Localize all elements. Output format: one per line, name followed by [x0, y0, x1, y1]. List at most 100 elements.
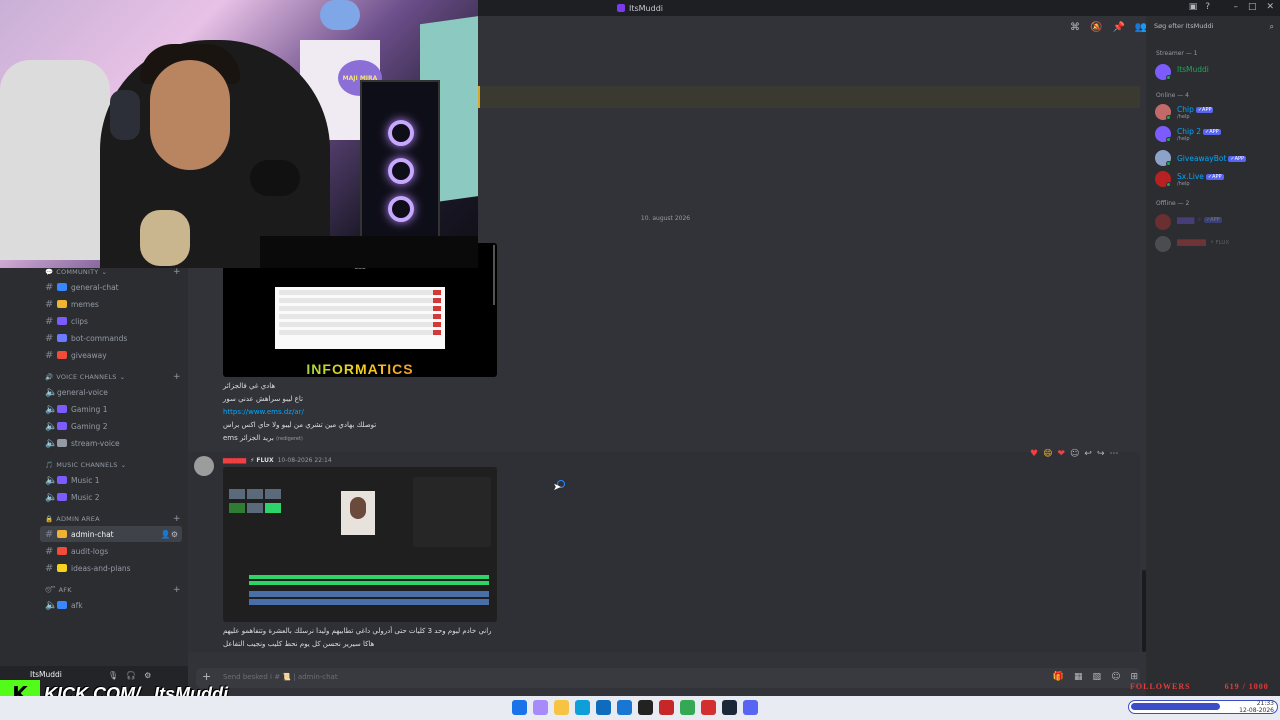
add-reaction-icon[interactable]: ☺ [1070, 449, 1079, 459]
emoji-icon[interactable]: ☺ [1111, 672, 1120, 682]
close-button[interactable]: ✕ [1266, 2, 1274, 12]
member-name-text: Chip [1177, 105, 1194, 114]
more-options-icon[interactable]: ⋯ [1110, 449, 1119, 459]
settings-gear-icon[interactable]: ⚙ [144, 671, 151, 680]
channel-settings-icons[interactable]: 👤⚙ [161, 530, 178, 539]
chat-emoji-icon [57, 283, 67, 291]
member-name: ▆▆▆▆▆ ⚡ FLUX [1177, 237, 1230, 246]
copilot-icon[interactable] [533, 700, 548, 715]
member-item[interactable]: GiveawayBot ✓APP [1155, 150, 1275, 168]
hash-icon: # [45, 545, 54, 557]
start-icon[interactable] [512, 700, 527, 715]
channel-gaming-2[interactable]: 🔈 Gaming 2 [40, 418, 182, 434]
gif-icon[interactable]: ▦ [1074, 672, 1083, 682]
apps-icon[interactable]: ⊞ [1130, 672, 1138, 682]
member-search[interactable]: Søg efter ItsMuddi ⌕ [1154, 22, 1274, 34]
mute-bell-icon[interactable]: 🔕 [1090, 22, 1102, 33]
category-label: AFK [58, 586, 72, 594]
channel-general-voice[interactable]: 🔈 general-voice [40, 384, 182, 400]
channel-afk[interactable]: 🔈 afk [40, 597, 182, 613]
minimize-button[interactable]: – [1233, 2, 1238, 12]
search-icon[interactable]: ⌕ [1270, 22, 1274, 32]
streamer-face [150, 60, 230, 170]
message-text-line: هادي غي فالجزائر [223, 382, 276, 390]
channel-label: ideas-and-plans [71, 563, 131, 573]
maximize-button[interactable]: □ [1248, 2, 1257, 12]
app-badge: ✓APP [1203, 217, 1222, 223]
channel-ideas-and-plans[interactable]: # ideas-and-plans [40, 560, 182, 576]
discord-icon[interactable] [743, 700, 758, 715]
channel-audit-logs[interactable]: # audit-logs [40, 543, 182, 559]
inbox-icon[interactable]: ▣ [1189, 2, 1198, 12]
music-note-icon: 🎵 [45, 461, 54, 469]
online-status-icon [1166, 75, 1171, 80]
reply-icon[interactable]: ↩ [1084, 449, 1092, 459]
member-name-text: GiveawayBot [1177, 154, 1227, 163]
add-channel-button[interactable]: + [173, 267, 181, 277]
heart-reaction-icon[interactable]: ♥ [1030, 449, 1038, 459]
composer-icons: 🎁 ▦ ▧ ☺ ⊞ [1053, 672, 1138, 682]
message-text-line: توصلك بهادي مين تشري من ليبو ولا حاي اكس… [223, 421, 377, 429]
channel-label: stream-voice [71, 438, 120, 448]
category-music-channels[interactable]: 🎵 MUSIC CHANNELS ⌄ [45, 461, 126, 469]
mail-icon[interactable] [617, 700, 632, 715]
member-item[interactable]: Chip 2 ✓APP /help [1155, 126, 1275, 144]
capcut-icon[interactable] [638, 700, 653, 715]
taskbar-apps [512, 700, 758, 715]
pin-icon[interactable]: 📌 [1112, 22, 1124, 33]
channel-general-chat[interactable]: # general-chat [40, 279, 182, 295]
category-afk[interactable]: 😴 AFK + [45, 585, 181, 595]
channel-label: afk [71, 600, 83, 610]
message-author[interactable]: ▆▆▆▆▆ [223, 457, 246, 464]
add-channel-button[interactable]: + [173, 585, 181, 595]
avatar[interactable] [194, 456, 214, 476]
speaker-icon: 🔈 [45, 491, 58, 503]
forward-icon[interactable]: ↪ [1097, 449, 1105, 459]
member-item[interactable]: Sx.Live ✓APP /help [1155, 171, 1275, 189]
threads-icon[interactable]: ⌘ [1070, 22, 1080, 33]
store-icon[interactable] [596, 700, 611, 715]
channel-gaming-1[interactable]: 🔈 Gaming 1 [40, 401, 182, 417]
member-item[interactable]: ▆▆▆ ⚡ ✓APP [1155, 214, 1275, 232]
edge-icon[interactable] [575, 700, 590, 715]
category-community[interactable]: 💬 COMMUNITY ⌄ + [45, 267, 181, 277]
channel-label: Music 1 [71, 475, 100, 485]
message-link[interactable]: https://www.ems.dz/ar/ [223, 408, 304, 416]
gift-icon[interactable]: 🎁 [1053, 672, 1064, 682]
file-explorer-icon[interactable] [554, 700, 569, 715]
microphone [250, 160, 300, 196]
sticker-icon[interactable]: ▧ [1093, 672, 1102, 682]
add-channel-button[interactable]: + [173, 372, 181, 382]
add-channel-button[interactable]: + [173, 514, 181, 524]
headphones-icon[interactable]: 🎧 [126, 671, 136, 680]
channel-admin-chat[interactable]: # admin-chat 👤⚙ [40, 526, 182, 542]
obs-icon[interactable] [659, 700, 674, 715]
love-reaction-icon[interactable]: ❤ [1057, 449, 1065, 459]
member-item[interactable]: ▆▆▆▆▆ ⚡ FLUX [1155, 236, 1275, 254]
channel-music-2[interactable]: 🔈 Music 2 [40, 489, 182, 505]
speaker-icon: 🔈 [45, 386, 58, 398]
message-video-attachment[interactable] [223, 467, 497, 622]
microphone-icon[interactable]: 🎙 [108, 671, 118, 680]
app-badge: ✓APP [1195, 107, 1214, 113]
category-admin-area[interactable]: 🔒 ADMIN AREA + [45, 514, 181, 524]
smile-reaction-icon[interactable]: 😄 [1043, 449, 1052, 459]
channel-giveaway[interactable]: # giveaway [40, 347, 182, 363]
timeline-track [249, 599, 489, 605]
channel-clips[interactable]: # clips [40, 313, 182, 329]
message-composer[interactable]: + Send besked i # 📜 | admin-chat 🎁 ▦ ▧ ☺… [196, 668, 1140, 688]
chrome-icon[interactable] [680, 700, 695, 715]
steam-icon[interactable] [722, 700, 737, 715]
category-voice-channels[interactable]: 🔊 VOICE CHANNELS ⌄ + [45, 372, 181, 382]
channel-memes[interactable]: # memes [40, 296, 182, 312]
channel-music-1[interactable]: 🔈 Music 1 [40, 472, 182, 488]
channel-stream-voice[interactable]: 🔈 stream-voice [40, 435, 182, 451]
member-item[interactable]: ItsMuddi [1155, 64, 1275, 82]
app-icon[interactable] [701, 700, 716, 715]
screen: ItsMuddi ▣ ? – □ ✕ 💬 COMMUNITY ⌄ + # gene… [0, 0, 1280, 720]
help-icon[interactable]: ? [1205, 2, 1210, 12]
member-item[interactable]: Chip ✓APP /help [1155, 104, 1275, 122]
channel-bot-commands[interactable]: # bot-commands [40, 330, 182, 346]
hash-icon: # [45, 349, 54, 361]
memes-emoji-icon [57, 300, 67, 308]
